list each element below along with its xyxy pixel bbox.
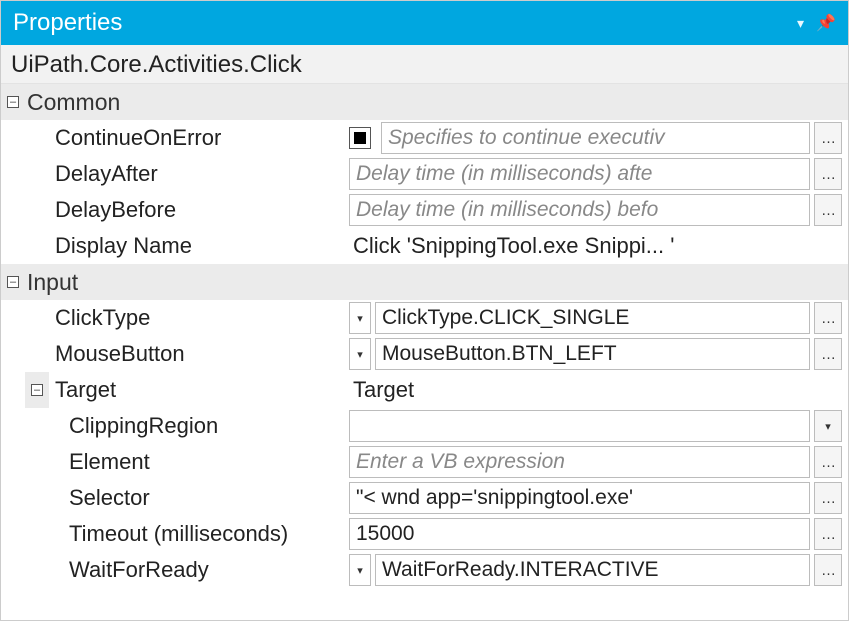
value-target: Target xyxy=(349,377,842,403)
dropdown-clipping-region[interactable] xyxy=(814,410,842,442)
category-expander-input[interactable]: – xyxy=(1,264,25,300)
label-selector: Selector xyxy=(49,480,349,516)
expand-button-click-type[interactable] xyxy=(814,302,842,334)
label-display-name: Display Name xyxy=(49,228,349,264)
input-wait-for-ready[interactable]: WaitForReady.INTERACTIVE xyxy=(375,554,810,586)
input-continue-on-error[interactable]: Specifies to continue executiv xyxy=(381,122,810,154)
label-element: Element xyxy=(49,444,349,480)
expand-button-mouse-button[interactable] xyxy=(814,338,842,370)
label-delay-after: DelayAfter xyxy=(49,156,349,192)
panel-titlebar: Properties ▾ 📌 xyxy=(1,1,848,45)
label-target: Target xyxy=(49,372,349,408)
expand-button-element[interactable] xyxy=(814,446,842,478)
label-click-type: ClickType xyxy=(49,300,349,336)
category-common[interactable]: Common xyxy=(25,84,848,120)
input-click-type[interactable]: ClickType.CLICK_SINGLE xyxy=(375,302,810,334)
activity-class-name: UiPath.Core.Activities.Click xyxy=(1,45,848,84)
value-display-name[interactable]: Click 'SnippingTool.exe Snippi... ' xyxy=(349,233,842,259)
label-timeout: Timeout (milliseconds) xyxy=(49,516,349,552)
label-mouse-button: MouseButton xyxy=(49,336,349,372)
category-expander-target[interactable]: – xyxy=(25,372,49,408)
expand-button-timeout[interactable] xyxy=(814,518,842,550)
label-wait-for-ready: WaitForReady xyxy=(49,552,349,588)
panel-title: Properties xyxy=(13,9,122,37)
expand-button-wait-for-ready[interactable] xyxy=(814,554,842,586)
input-element[interactable]: Enter a VB expression xyxy=(349,446,810,478)
dropdown-click-type[interactable] xyxy=(349,302,371,334)
expand-button-continue-on-error[interactable] xyxy=(814,122,842,154)
checkbox-continue-on-error[interactable] xyxy=(349,127,371,149)
input-selector[interactable]: "< wnd app='snippingtool.exe' xyxy=(349,482,810,514)
label-clipping-region: ClippingRegion xyxy=(49,408,349,444)
label-delay-before: DelayBefore xyxy=(49,192,349,228)
property-grid: – Common ContinueOnError Specifies to co… xyxy=(1,84,848,588)
input-delay-before[interactable]: Delay time (in milliseconds) befo xyxy=(349,194,810,226)
category-input[interactable]: Input xyxy=(25,264,848,300)
input-timeout[interactable]: 15000 xyxy=(349,518,810,550)
pin-icon[interactable]: 📌 xyxy=(816,13,836,33)
category-expander-common[interactable]: – xyxy=(1,84,25,120)
dropdown-wait-for-ready[interactable] xyxy=(349,554,371,586)
label-continue-on-error: ContinueOnError xyxy=(49,120,349,156)
input-mouse-button[interactable]: MouseButton.BTN_LEFT xyxy=(375,338,810,370)
input-clipping-region[interactable] xyxy=(349,410,810,442)
expand-button-selector[interactable] xyxy=(814,482,842,514)
input-delay-after[interactable]: Delay time (in milliseconds) afte xyxy=(349,158,810,190)
expand-button-delay-after[interactable] xyxy=(814,158,842,190)
expand-button-delay-before[interactable] xyxy=(814,194,842,226)
dropdown-mouse-button[interactable] xyxy=(349,338,371,370)
dropdown-icon[interactable]: ▾ xyxy=(797,15,804,32)
